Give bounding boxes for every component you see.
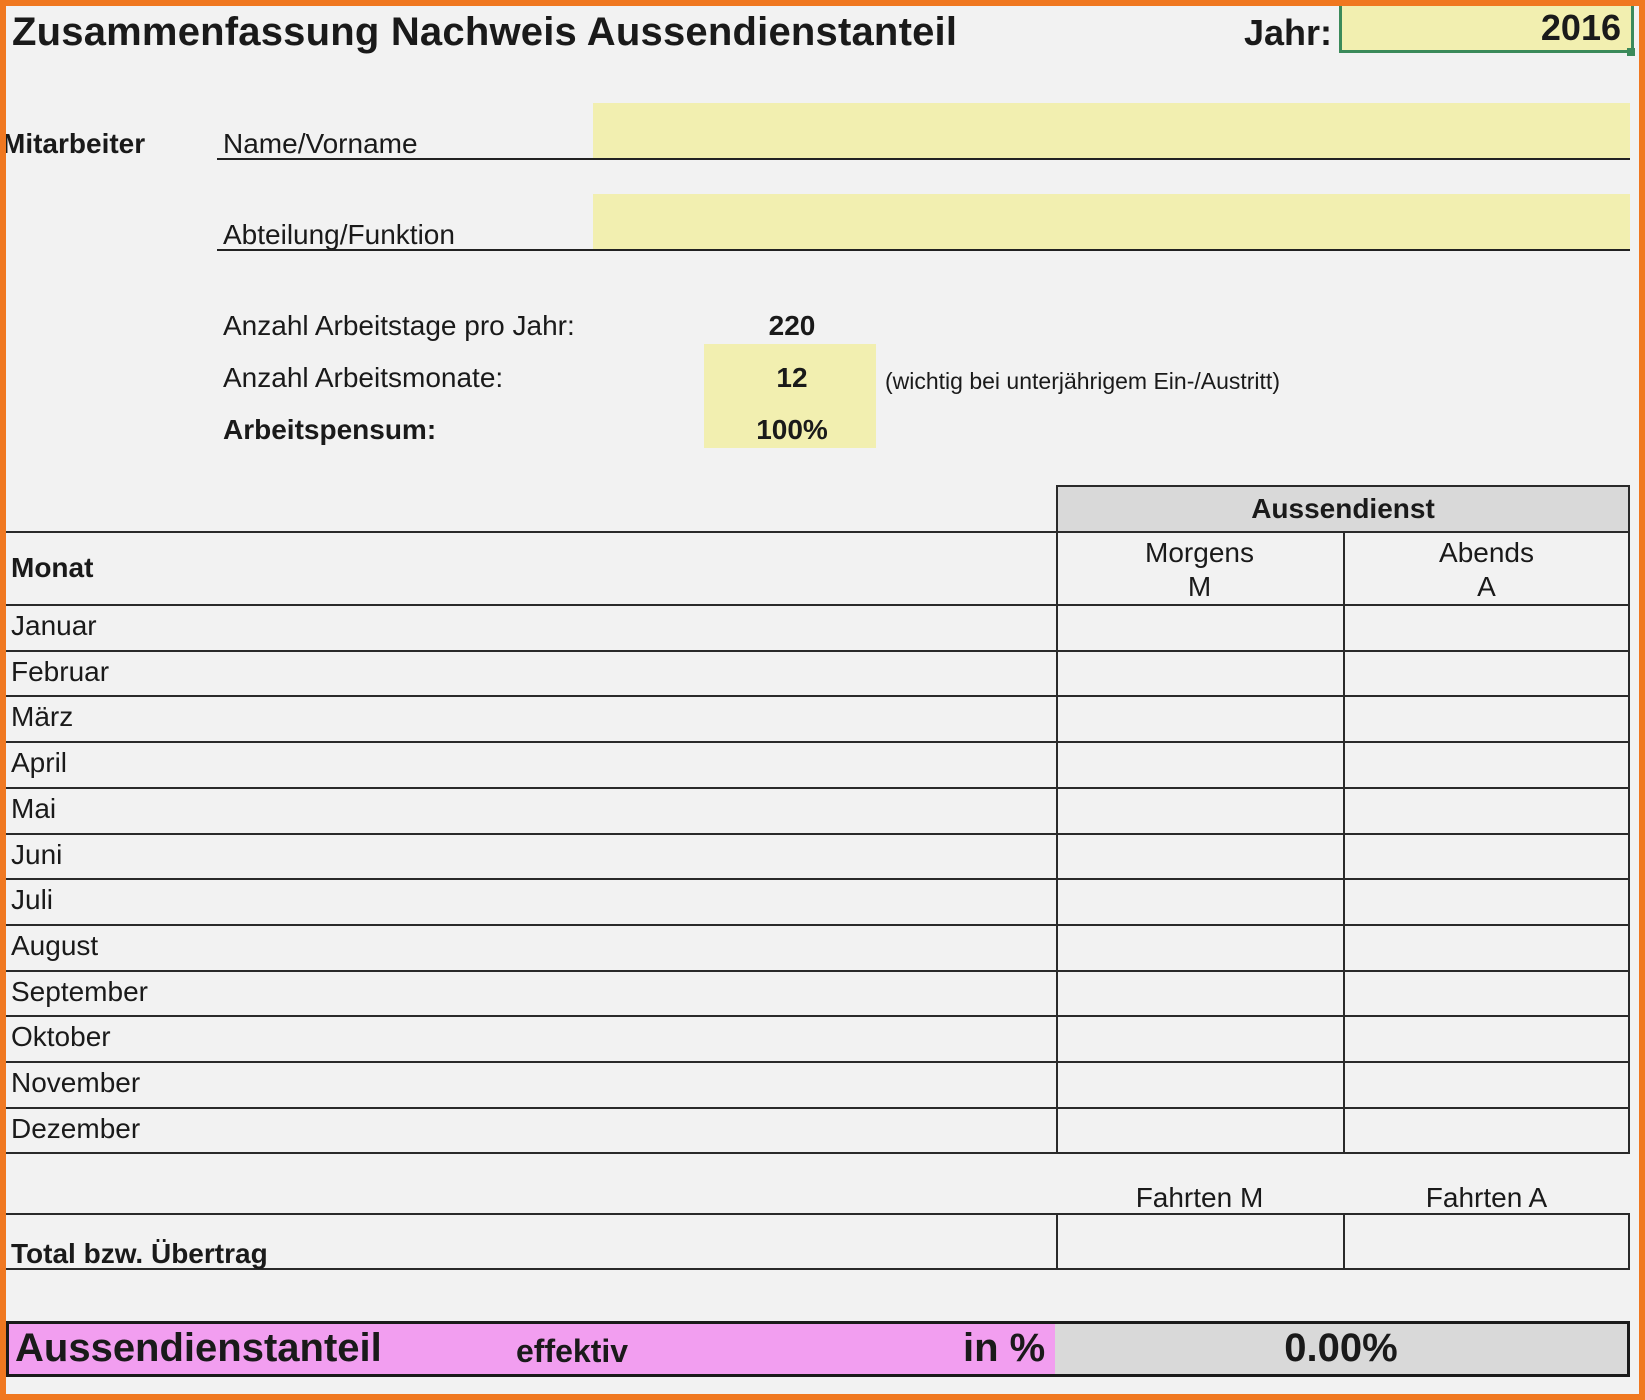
evening-cell[interactable]	[1345, 1063, 1628, 1107]
workmonths-value[interactable]: 12	[707, 362, 877, 394]
page-title: Zusammenfassung Nachweis Aussendienstant…	[12, 10, 958, 54]
morning-column-header: Morgens M	[1056, 536, 1343, 604]
evening-cell[interactable]	[1345, 926, 1628, 970]
morning-cell[interactable]	[1058, 835, 1343, 879]
trips-m-cell[interactable]	[1058, 1215, 1343, 1268]
evening-cell[interactable]	[1345, 880, 1628, 924]
department-label: Abteilung/Funktion	[223, 219, 455, 250]
aussendienst-group-header: Aussendienst	[1056, 485, 1630, 533]
name-label: Name/Vorname	[223, 128, 418, 159]
col-divider-2	[1343, 531, 1345, 1153]
morning-cell[interactable]	[1058, 926, 1343, 970]
total-label: Total bzw. Übertrag	[11, 1238, 268, 1269]
totals-divider-right	[1628, 1213, 1630, 1270]
month-label: Oktober	[11, 1021, 111, 1052]
evening-cell[interactable]	[1345, 606, 1628, 650]
department-underline	[217, 249, 1630, 251]
morning-cell[interactable]	[1058, 1017, 1343, 1061]
workload-label: Arbeitspensum:	[223, 414, 437, 445]
workmonths-note: (wichtig bei unterjährigem Ein-/Austritt…	[885, 368, 1280, 394]
morning-cell[interactable]	[1058, 880, 1343, 924]
trips-a-label: Fahrten A	[1425, 1182, 1548, 1213]
table-top-border	[6, 531, 1630, 533]
result-bar: Aussendienstanteil effektiv in % 0.00%	[6, 1321, 1630, 1377]
month-label: Mai	[11, 793, 57, 824]
fill-handle[interactable]	[1627, 48, 1635, 56]
evening-cell[interactable]	[1345, 835, 1628, 879]
morning-cell[interactable]	[1058, 652, 1343, 696]
col-divider-1	[1056, 531, 1058, 1153]
month-label: Dezember	[11, 1113, 141, 1144]
result-unit-label: in %	[963, 1326, 1046, 1370]
month-label: Februar	[11, 656, 110, 687]
trips-a-cell[interactable]	[1345, 1215, 1628, 1268]
spreadsheet-sheet: Zusammenfassung Nachweis Aussendienstant…	[0, 0, 1645, 1400]
morning-header-line1: Morgens	[1145, 537, 1254, 568]
department-input-cell[interactable]	[593, 194, 1630, 249]
month-label: August	[11, 930, 99, 961]
workdays-value: 220	[768, 310, 816, 341]
morning-cell[interactable]	[1058, 606, 1343, 650]
year-input-cell[interactable]: 2016	[1339, 6, 1634, 53]
month-label: Januar	[11, 610, 97, 641]
month-label: Juli	[11, 884, 54, 915]
year-label: Jahr:	[1244, 12, 1333, 53]
morning-cell[interactable]	[1058, 1109, 1343, 1153]
name-input-cell[interactable]	[593, 103, 1630, 158]
evening-header-line2: A	[1477, 571, 1496, 602]
result-title: Aussendienstanteil	[15, 1326, 382, 1370]
morning-cell[interactable]	[1058, 972, 1343, 1016]
month-label: April	[11, 747, 68, 778]
evening-cell[interactable]	[1345, 652, 1628, 696]
month-label: März	[11, 701, 74, 732]
name-underline	[217, 158, 1630, 160]
evening-cell[interactable]	[1345, 697, 1628, 741]
evening-cell[interactable]	[1345, 1017, 1628, 1061]
employee-section-label: Mitarbeiter	[2, 128, 146, 159]
morning-cell[interactable]	[1058, 697, 1343, 741]
month-label: Juni	[11, 839, 63, 870]
result-value: 0.00%	[1284, 1326, 1398, 1370]
morning-cell[interactable]	[1058, 1063, 1343, 1107]
evening-cell[interactable]	[1345, 743, 1628, 787]
evening-cell[interactable]	[1345, 972, 1628, 1016]
workmonths-label: Anzahl Arbeitsmonate:	[223, 362, 504, 393]
evening-cell[interactable]	[1345, 1109, 1628, 1153]
workload-value[interactable]: 100%	[707, 414, 877, 446]
morning-header-line2: M	[1187, 571, 1212, 602]
workdays-label: Anzahl Arbeitstage pro Jahr:	[223, 310, 575, 341]
result-qualifier: effektiv	[516, 1333, 629, 1369]
month-label: November	[11, 1067, 141, 1098]
morning-cell[interactable]	[1058, 789, 1343, 833]
col-divider-right	[1628, 485, 1630, 1153]
month-column-header: Monat	[11, 552, 94, 583]
trips-m-label: Fahrten M	[1135, 1182, 1264, 1213]
evening-header-line1: Abends	[1439, 537, 1534, 568]
morning-cell[interactable]	[1058, 743, 1343, 787]
evening-column-header: Abends A	[1343, 536, 1630, 604]
evening-cell[interactable]	[1345, 789, 1628, 833]
month-label: September	[11, 976, 148, 1007]
table-bottom-border	[6, 1152, 1630, 1154]
